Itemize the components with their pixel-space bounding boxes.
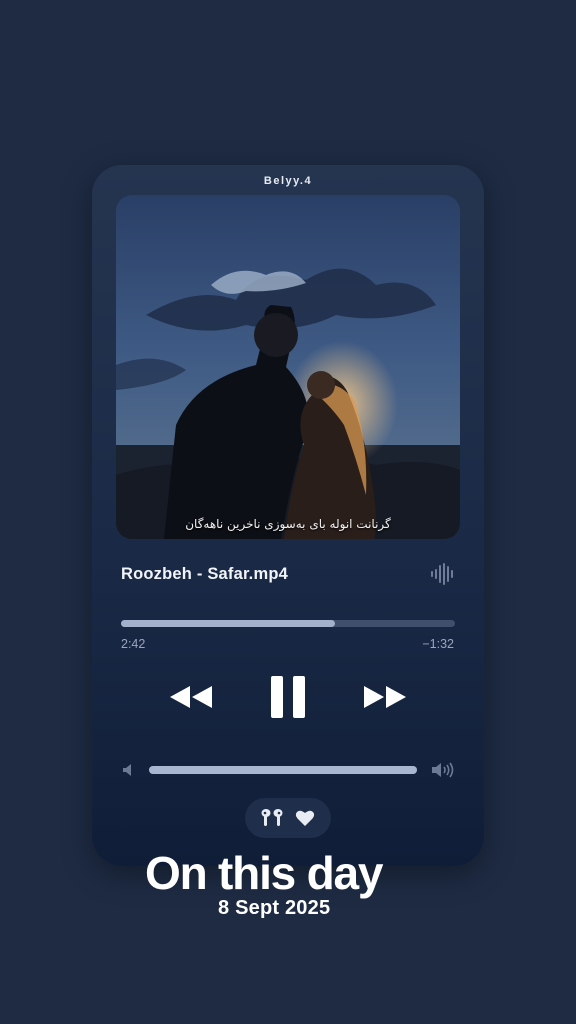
output-favorite-pill [245, 798, 331, 838]
rewind-button[interactable] [168, 683, 214, 711]
artwork-image [116, 195, 460, 539]
waveform-icon[interactable] [430, 563, 456, 585]
volume-low-icon [123, 764, 131, 776]
volume-high-icon [432, 762, 454, 778]
device-name: Belyy.4 [263, 175, 313, 187]
airpods-icon[interactable] [259, 808, 285, 828]
remaining-time: −1:32 [422, 637, 454, 651]
playback-scrubber[interactable] [121, 620, 455, 627]
forward-icon [364, 686, 406, 708]
forward-button[interactable] [362, 683, 408, 711]
track-title: Roozbeh - Safar.mp4 [121, 565, 288, 583]
pause-button[interactable] [269, 675, 307, 719]
backward-icon [170, 686, 212, 708]
headline: On this day [145, 847, 383, 899]
playback-progress-fill [121, 620, 335, 627]
pause-icon [271, 676, 305, 718]
volume-slider[interactable] [149, 766, 417, 774]
elapsed-time: 2:42 [121, 637, 146, 651]
music-player-card: Belyy.4 گرنانت انوله بای بەسوزی ناخرین ن… [92, 165, 484, 866]
date-label: 8 Sept 2025 [218, 897, 331, 919]
volume-fill [149, 766, 417, 774]
album-artwork[interactable]: گرنانت انوله بای بەسوزی ناخرین ناهەگان [116, 195, 460, 539]
artwork-caption: گرنانت انوله بای بەسوزی ناخرین ناهەگان [185, 517, 391, 531]
heart-icon[interactable] [295, 809, 315, 827]
